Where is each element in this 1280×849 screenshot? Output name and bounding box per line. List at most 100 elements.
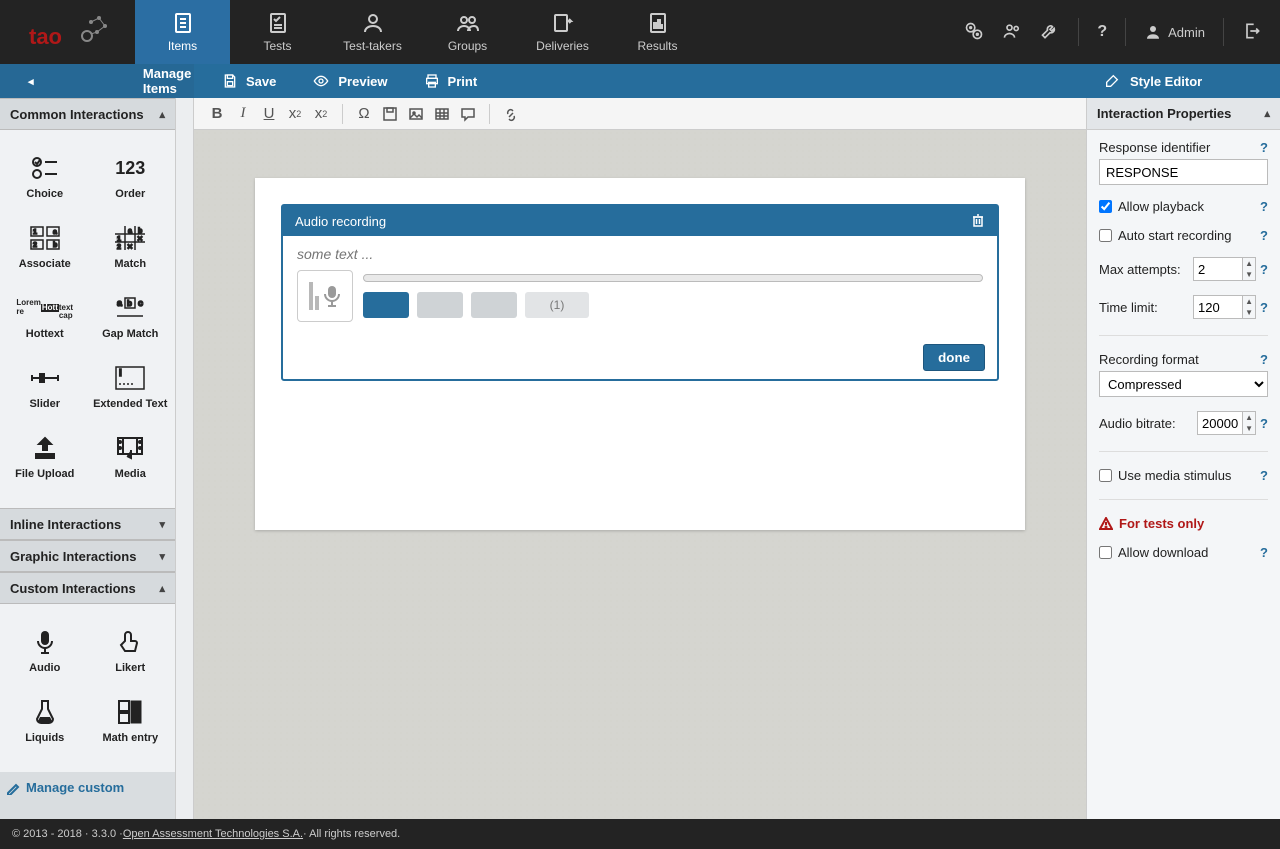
spinner-down[interactable]: ▼	[1243, 423, 1255, 434]
prompt-input[interactable]	[297, 246, 983, 262]
rte-special-char[interactable]: Ω	[351, 101, 377, 127]
use-media-stimulus-checkbox[interactable]	[1099, 469, 1112, 482]
style-editor-button[interactable]: Style Editor	[1086, 64, 1280, 98]
microphone-icon	[323, 284, 341, 308]
palette-item-match[interactable]: ab12✕✕Match	[88, 214, 174, 284]
spinner-down[interactable]: ▼	[1243, 307, 1255, 318]
rte-superscript[interactable]: x2	[308, 101, 334, 127]
properties-panel-header[interactable]: Interaction Properties	[1087, 98, 1280, 130]
palette-item-choice[interactable]: Choice	[2, 144, 88, 214]
done-button[interactable]: done	[923, 344, 985, 371]
svg-text:1: 1	[33, 229, 37, 236]
rte-underline[interactable]: U	[256, 101, 282, 127]
brand-logo: tao	[0, 0, 135, 64]
auto-start-checkbox[interactable]	[1099, 229, 1112, 242]
nav-tests[interactable]: Tests	[230, 0, 325, 64]
top-right-tools: ? Admin	[964, 0, 1280, 64]
footer-link[interactable]: Open Assessment Technologies S.A.	[123, 828, 303, 840]
svg-text:a: a	[53, 229, 57, 236]
admin-menu[interactable]: Admin	[1144, 23, 1205, 41]
playback-button-1[interactable]	[363, 292, 409, 318]
palette-section-graphic[interactable]: Graphic Interactions	[0, 540, 175, 572]
canvas-stage[interactable]: Audio recording	[194, 130, 1086, 819]
recording-format-select[interactable]: Compressed	[1099, 371, 1268, 397]
top-nav: tao Items Tests Test-takers Groups Deliv…	[0, 0, 1280, 64]
nav-deliveries[interactable]: Deliveries	[515, 0, 610, 64]
palette-item-extended-text[interactable]: IExtended Text	[88, 354, 174, 424]
help-icon[interactable]: ?	[1260, 300, 1268, 315]
nav-groups[interactable]: Groups	[420, 0, 515, 64]
help-icon[interactable]: ?	[1260, 352, 1268, 367]
response-identifier-input[interactable]	[1099, 159, 1268, 185]
rte-italic[interactable]: I	[230, 101, 256, 127]
palette-item-order[interactable]: 123Order	[88, 144, 174, 214]
spinner-up[interactable]: ▲	[1243, 258, 1255, 269]
help-icon[interactable]: ?	[1260, 468, 1268, 483]
nav-results[interactable]: Results	[610, 0, 705, 64]
rte-image-icon[interactable]	[403, 101, 429, 127]
footer: © 2013 - 2018 · 3.3.0 · Open Assessment …	[0, 819, 1280, 849]
palette-scrollbar[interactable]	[175, 98, 194, 819]
palette-item-gap-match[interactable]: abcGap Match	[88, 284, 174, 354]
spinner-up[interactable]: ▲	[1243, 296, 1255, 307]
wrench-icon[interactable]	[1040, 21, 1060, 44]
palette-item-audio[interactable]: Audio	[2, 618, 88, 688]
palette-item-hottext[interactable]: LoremreHotttext capHottext	[2, 284, 88, 354]
palette-section-inline[interactable]: Inline Interactions	[0, 508, 175, 540]
palette-item-math-entry[interactable]: +=Math entry	[88, 688, 174, 758]
users-icon[interactable]	[1002, 21, 1022, 44]
settings-icon[interactable]	[964, 21, 984, 44]
spinner-up[interactable]: ▲	[1243, 412, 1255, 423]
playback-button-3[interactable]	[471, 292, 517, 318]
palette-item-liquids[interactable]: Liquids	[2, 688, 88, 758]
progress-track[interactable]	[363, 274, 983, 282]
widget-title: Audio recording	[295, 214, 386, 229]
spinner-down[interactable]: ▼	[1243, 269, 1255, 280]
rte-save-icon[interactable]	[377, 101, 403, 127]
back-to-items[interactable]: Manage Items	[0, 64, 194, 98]
help-icon[interactable]: ?	[1260, 140, 1268, 155]
palette-item-media[interactable]: Media	[88, 424, 174, 494]
rte-link-icon[interactable]	[498, 101, 524, 127]
help-icon[interactable]: ?	[1260, 228, 1268, 243]
rte-bold[interactable]: B	[204, 101, 230, 127]
print-button[interactable]: Print	[424, 73, 478, 89]
help-icon[interactable]: ?	[1260, 416, 1268, 431]
nav-test-takers[interactable]: Test-takers	[325, 0, 420, 64]
palette-item-slider[interactable]: Slider	[2, 354, 88, 424]
chevron-down-icon	[159, 550, 165, 563]
svg-text:I: I	[119, 368, 122, 379]
svg-text:tao: tao	[29, 24, 62, 49]
palette-section-common[interactable]: Common Interactions	[0, 98, 175, 130]
attempt-counter: (1)	[525, 292, 589, 318]
action-bar: Manage Items Save Preview Print Style Ed…	[0, 64, 1280, 98]
palette-item-likert[interactable]: Likert	[88, 618, 174, 688]
save-button[interactable]: Save	[222, 73, 276, 89]
playback-button-2[interactable]	[417, 292, 463, 318]
allow-playback-checkbox[interactable]	[1099, 200, 1112, 213]
help-icon[interactable]: ?	[1260, 545, 1268, 560]
time-limit-input[interactable]	[1193, 295, 1243, 319]
palette-section-custom[interactable]: Custom Interactions	[0, 572, 175, 604]
palette-item-associate[interactable]: 1a2bAssociate	[2, 214, 88, 284]
nav-items[interactable]: Items	[135, 0, 230, 64]
record-button[interactable]	[297, 270, 353, 322]
svg-text:✕: ✕	[127, 244, 133, 250]
svg-text:2: 2	[33, 242, 37, 249]
rte-comment-icon[interactable]	[455, 101, 481, 127]
palette-item-file-upload[interactable]: File Upload	[2, 424, 88, 494]
delete-widget-icon[interactable]	[971, 213, 985, 230]
rte-subscript[interactable]: x2	[282, 101, 308, 127]
rte-table-icon[interactable]	[429, 101, 455, 127]
logout-icon[interactable]	[1242, 21, 1262, 44]
preview-button[interactable]: Preview	[312, 73, 387, 89]
help-icon[interactable]: ?	[1097, 23, 1107, 41]
manage-custom-link[interactable]: Manage custom	[0, 772, 175, 803]
help-icon[interactable]: ?	[1260, 262, 1268, 277]
audio-bitrate-input[interactable]	[1197, 411, 1243, 435]
svg-text:+: +	[134, 702, 139, 711]
allow-download-checkbox[interactable]	[1099, 546, 1112, 559]
max-attempts-input[interactable]	[1193, 257, 1243, 281]
help-icon[interactable]: ?	[1260, 199, 1268, 214]
properties-panel: Interaction Properties Response identifi…	[1086, 98, 1280, 819]
